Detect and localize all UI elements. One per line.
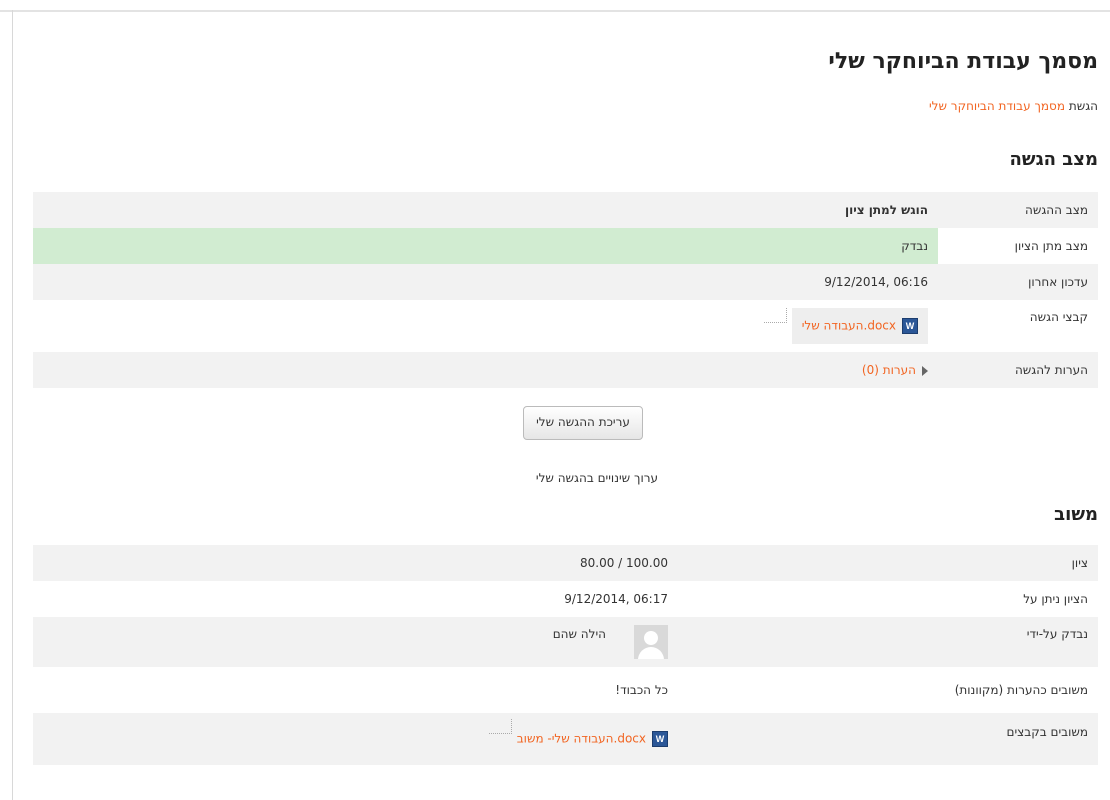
grade-value: 80.00 / 100.00 [579,556,668,570]
grading-status-label: מצב מתן הציון [1014,239,1088,253]
left-border [12,10,13,800]
breadcrumb-link[interactable]: מסמך עבודת הביוחקר שלי [929,99,1065,113]
submission-file-link[interactable]: העבודה שלי.docx [802,319,896,333]
table-row: עדכון אחרון 9/12/2014, 06:16 [33,264,1098,300]
file-tree-connector [488,719,512,734]
submission-comments-label: הערות להגשה [1014,363,1088,377]
table-row: ציון 80.00 / 100.00 [33,545,1098,581]
feedback-table: ציון 80.00 / 100.00 הציון ניתן על 9/12/2… [33,545,1098,765]
page-title: מסמך עבודת הביוחקר שלי [828,49,1098,74]
top-border [0,10,1110,12]
graded-by-label: נבדק על-ידי [1026,627,1088,641]
table-row: קבצי הגשה W העבודה שלי.docx [33,300,1098,352]
submission-status-heading: מצב הגשה [1009,149,1098,170]
feedback-file-link[interactable]: העבודה שלי- משוב.docx [517,732,646,746]
status-label: מצב ההגשה [1025,203,1088,217]
grader-name[interactable]: הילה שהם [553,625,606,641]
file-tree-connector [763,308,787,323]
breadcrumb-prefix: הגשת [1068,99,1098,113]
comments-link[interactable]: הערות (0) [862,363,916,377]
avatar[interactable] [634,625,668,659]
feedback-comments-label: משובים כהערות (מקוונות) [954,683,1088,697]
submission-files-label: קבצי הגשה [1029,310,1088,324]
status-value: הוגש למתן ציון [844,203,928,217]
graded-on-value: 9/12/2014, 06:17 [564,592,668,606]
table-row: משובים כהערות (מקוונות) כל הכבוד! [33,667,1098,713]
table-row: מצב מתן הציון נבדק [33,228,1098,264]
feedback-comments-value: כל הכבוד! [615,683,668,697]
last-modified-label: עדכון אחרון [1028,275,1088,289]
graded-on-label: הציון ניתן על [1023,592,1088,606]
word-document-icon: W [902,318,918,334]
table-row: נבדק על-ידי הילה שהם [33,617,1098,667]
submission-status-table: מצב ההגשה הוגש למתן ציון מצב מתן הציון נ… [33,192,1098,388]
grading-status-value: נבדק [33,228,938,264]
table-row: מצב ההגשה הוגש למתן ציון [33,192,1098,228]
word-document-icon: W [652,731,668,747]
feedback-heading: משוב [1054,504,1098,525]
table-row: הערות להגשה הערות (0) [33,352,1098,388]
table-row: משובים בקבצים W העבודה שלי- משוב.docx [33,713,1098,765]
submission-file-box: W העבודה שלי.docx [763,308,928,344]
last-modified-value: 9/12/2014, 06:16 [824,275,928,289]
breadcrumb: הגשת מסמך עבודת הביוחקר שלי [929,99,1098,113]
edit-submission-button[interactable]: עריכת ההגשה שלי [523,406,643,440]
feedback-file-entry: W העבודה שלי- משוב.docx [488,719,668,747]
grade-label: ציון [1071,556,1088,570]
table-row: הציון ניתן על 9/12/2014, 06:17 [33,581,1098,617]
expand-arrow-icon[interactable] [922,365,928,376]
feedback-files-label: משובים בקבצים [1006,725,1088,739]
edit-submission-hint: ערוך שינויים בהגשה שלי [535,471,658,485]
